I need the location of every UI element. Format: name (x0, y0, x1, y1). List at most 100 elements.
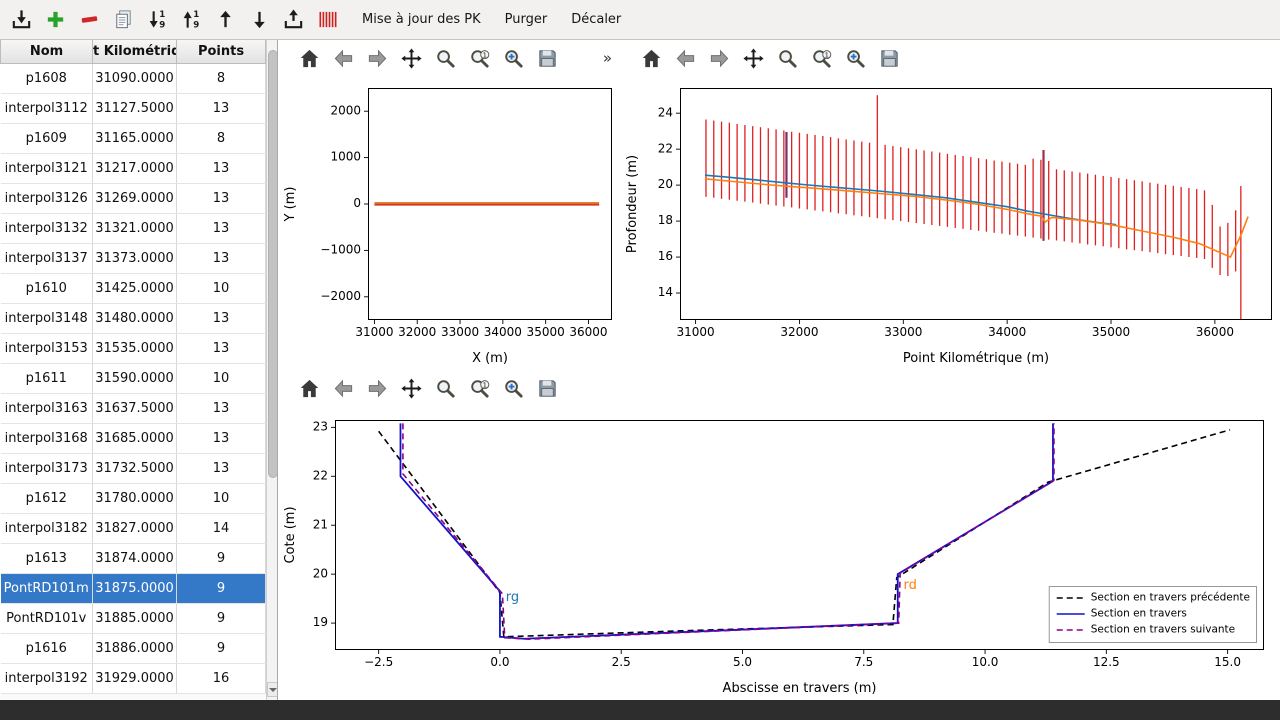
forward-button[interactable] (364, 375, 391, 402)
table-cell: 31780.0000 (93, 483, 177, 513)
table-cell: 13 (177, 153, 266, 183)
export-button[interactable] (278, 4, 309, 35)
table-cell: 10 (177, 363, 266, 393)
table-cell: 16 (177, 663, 266, 693)
table-cell: interpol3121 (1, 153, 93, 183)
table-row[interactable]: PontRD101v31885.00009 (1, 603, 266, 633)
forward-button[interactable] (706, 45, 733, 72)
table-cell: PontRD101v (1, 603, 93, 633)
zoom-plus-icon (844, 47, 867, 70)
back-button[interactable] (672, 45, 699, 72)
purge-button[interactable]: Purger (496, 7, 557, 32)
move-up-button[interactable] (210, 4, 241, 35)
table-row[interactable]: p161631886.00009 (1, 633, 266, 663)
table-row[interactable]: interpol312631269.000013 (1, 183, 266, 213)
red-stripes-button[interactable] (312, 4, 343, 35)
table-cell: 31590.0000 (93, 363, 177, 393)
svg-text:1: 1 (482, 50, 487, 59)
column-header-pk[interactable]: t Kilométrique (93, 40, 177, 63)
forward-button[interactable] (364, 45, 391, 72)
import-button[interactable] (6, 4, 37, 35)
table-cell: interpol3192 (1, 663, 93, 693)
pan-button[interactable] (740, 45, 767, 72)
table-cell: interpol3153 (1, 333, 93, 363)
pan-button[interactable] (398, 375, 425, 402)
save-icon (536, 47, 559, 70)
table-row[interactable]: p160931165.00008 (1, 123, 266, 153)
plan-view-plot[interactable] (278, 76, 620, 370)
home-button[interactable] (296, 45, 323, 72)
cross-section-plot[interactable] (278, 406, 1280, 700)
zoom-button[interactable] (432, 375, 459, 402)
pan-icon (400, 377, 423, 400)
cross-section-container: 1 (278, 370, 1280, 700)
table-row[interactable]: interpol311231127.500013 (1, 93, 266, 123)
forward-icon (366, 47, 389, 70)
toolbar-overflow-button[interactable]: » (603, 49, 612, 67)
table-row[interactable]: PontRD101m31875.00009 (1, 573, 266, 603)
column-header-nom[interactable]: Nom (1, 40, 93, 63)
window-bottom-edge (0, 700, 1280, 720)
back-button[interactable] (330, 375, 357, 402)
longitudinal-profile-plot[interactable] (620, 76, 1280, 370)
home-button[interactable] (638, 45, 665, 72)
table-row[interactable]: p161231780.000010 (1, 483, 266, 513)
back-button[interactable] (330, 45, 357, 72)
table-row[interactable]: interpol313731373.000013 (1, 243, 266, 273)
scrollbar-thumb[interactable] (268, 50, 278, 478)
table-cell: interpol3148 (1, 303, 93, 333)
scrollbar-down-button[interactable] (267, 682, 278, 697)
profile-toolbar-icons: 1 (638, 45, 903, 72)
app-window: 1919 Mise à jour des PK Purger Décaler N… (0, 0, 1280, 720)
table-cell: interpol3168 (1, 423, 93, 453)
table-cell: 9 (177, 603, 266, 633)
zoom-plus-button[interactable] (842, 45, 869, 72)
move-down-button[interactable] (244, 4, 275, 35)
save-button[interactable] (534, 45, 561, 72)
zoom-button[interactable] (774, 45, 801, 72)
remove-button[interactable] (74, 4, 105, 35)
table-row[interactable]: interpol313231321.000013 (1, 213, 266, 243)
table-row[interactable]: interpol312131217.000013 (1, 153, 266, 183)
sort-numeric-down-button[interactable]: 19 (142, 4, 173, 35)
table-row[interactable]: p161131590.000010 (1, 363, 266, 393)
svg-text:9: 9 (193, 21, 199, 31)
zoom-one-button[interactable]: 1 (808, 45, 835, 72)
table-row[interactable]: interpol318231827.000014 (1, 513, 266, 543)
save-button[interactable] (876, 45, 903, 72)
zoom-one-button[interactable]: 1 (466, 45, 493, 72)
table-row[interactable]: interpol319231929.000016 (1, 663, 266, 693)
copy-button[interactable] (108, 4, 139, 35)
table-row[interactable]: p160831090.00008 (1, 63, 266, 93)
table-cell: p1616 (1, 633, 93, 663)
zoom-button[interactable] (432, 45, 459, 72)
update-pk-button[interactable]: Mise à jour des PK (353, 7, 490, 32)
table-row[interactable]: interpol316831685.000013 (1, 423, 266, 453)
home-icon (298, 47, 321, 70)
sort-numeric-up-button[interactable]: 19 (176, 4, 207, 35)
table-row[interactable]: interpol316331637.500013 (1, 393, 266, 423)
table-row[interactable]: interpol314831480.000013 (1, 303, 266, 333)
longitudinal-profile-container: 1 (620, 40, 1280, 370)
table-row[interactable]: p161031425.000010 (1, 273, 266, 303)
shift-button[interactable]: Décaler (562, 7, 630, 32)
table-cell: 8 (177, 63, 266, 93)
zoom-plus-button[interactable] (500, 375, 527, 402)
table-row[interactable]: interpol315331535.000013 (1, 333, 266, 363)
add-button[interactable] (40, 4, 71, 35)
table-row[interactable]: interpol317331732.500013 (1, 453, 266, 483)
column-header-points[interactable]: Points (177, 40, 266, 63)
zoom-plus-icon (502, 377, 525, 400)
zoom-plus-button[interactable] (500, 45, 527, 72)
table-scrollbar[interactable] (266, 40, 278, 700)
zoom-one-icon: 1 (810, 47, 833, 70)
table-cell: interpol3163 (1, 393, 93, 423)
pan-button[interactable] (398, 45, 425, 72)
save-button[interactable] (534, 375, 561, 402)
table-cell: 31165.0000 (93, 123, 177, 153)
zoom-one-button[interactable]: 1 (466, 375, 493, 402)
home-button[interactable] (296, 375, 323, 402)
table-row[interactable]: p161331874.00009 (1, 543, 266, 573)
table-cell: 31929.0000 (93, 663, 177, 693)
table-cell: p1613 (1, 543, 93, 573)
